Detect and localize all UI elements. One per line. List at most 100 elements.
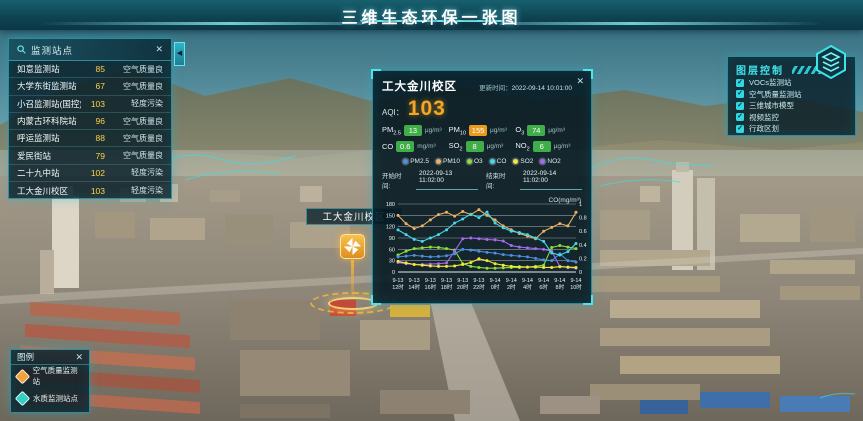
station-list-panel: 监测站点 ✕ 如意监测站85空气质量良大学东街监测站67空气质量良小召监测站(国… <box>8 38 172 199</box>
checkbox-checked-icon[interactable]: ✓ <box>736 113 744 121</box>
pollutant-row-2: CO0.6mg/m³SO28μg/m³NO26μg/m³ <box>382 141 582 153</box>
corner-accent <box>583 295 593 305</box>
station-name: 爱民街站 <box>17 150 81 162</box>
pollutant-value-badge: 6 <box>533 141 551 152</box>
svg-text:9-14: 9-14 <box>490 278 501 284</box>
svg-text:9-13: 9-13 <box>425 278 436 284</box>
svg-text:6时: 6时 <box>539 283 548 291</box>
pollutant-unit: μg/m³ <box>425 127 442 134</box>
station-row[interactable]: 二十九中站102轻度污染 <box>9 165 171 182</box>
svg-text:9-14: 9-14 <box>570 278 581 284</box>
station-aqi-value: 96 <box>81 116 105 126</box>
svg-text:120: 120 <box>386 225 395 231</box>
pollutant-value-badge: 0.6 <box>396 141 414 152</box>
legend-dot <box>490 159 495 164</box>
pollutant-name: PM10 <box>449 125 466 137</box>
svg-text:9-13: 9-13 <box>473 278 484 284</box>
legend-label: SO2 <box>520 158 533 165</box>
pollutant-row-1: PM2.513μg/m³PM10155μg/m³O374μg/m³ <box>382 125 582 137</box>
station-aqi-value: 67 <box>81 81 105 91</box>
station-status: 轻度污染 <box>105 167 163 178</box>
station-panel-title: 监测站点 <box>31 43 155 57</box>
svg-text:10时: 10时 <box>570 283 582 291</box>
svg-text:9-14: 9-14 <box>506 278 517 284</box>
pollutant-cell: CO0.6mg/m³ <box>382 141 449 153</box>
close-icon[interactable]: ✕ <box>155 45 163 54</box>
checkbox-checked-icon[interactable]: ✓ <box>736 102 744 110</box>
pollutant-value-badge: 13 <box>404 125 422 136</box>
corner-accent <box>371 69 381 79</box>
pollutant-name: CO <box>382 142 393 151</box>
station-diamond-icon <box>15 368 30 383</box>
layer-rows: ✓VOCs监测站✓空气质量监测站✓三维城市模型✓视频监控✓行政区划 <box>736 77 847 135</box>
station-row[interactable]: 呼运监测站88空气质量良 <box>9 130 171 147</box>
legend-label: NO2 <box>547 158 560 165</box>
station-rows: 如意监测站85空气质量良大学东街监测站67空气质量良小召监测站(国控)103轻度… <box>9 61 171 199</box>
svg-text:150: 150 <box>386 213 395 219</box>
station-aqi-value: 88 <box>81 133 105 143</box>
pollutant-value-badge: 155 <box>469 125 487 136</box>
legend-label: PM10 <box>443 158 460 165</box>
legend-item-row[interactable]: 水质监测站点 <box>11 387 89 409</box>
aqi-value: 103 <box>408 97 446 121</box>
station-row[interactable]: 工大金川校区103轻度污染 <box>9 182 171 199</box>
pollutant-name: NO2 <box>515 141 529 153</box>
svg-text:18时: 18时 <box>441 283 453 291</box>
marker-stem <box>351 260 354 298</box>
legend-item[interactable]: CO <box>490 158 507 165</box>
station-row[interactable]: 如意监测站85空气质量良 <box>9 61 171 78</box>
svg-text:9-14: 9-14 <box>538 278 549 284</box>
svg-text:0: 0 <box>392 270 395 276</box>
checkbox-checked-icon[interactable]: ✓ <box>736 125 744 133</box>
legend-item-label: 空气质量监测站 <box>33 365 83 387</box>
marker-pin-icon[interactable] <box>340 234 365 259</box>
layer-panel-title: 图层控制 <box>736 62 784 77</box>
svg-text:90: 90 <box>389 236 395 242</box>
legend-item[interactable]: PM10 <box>436 158 460 165</box>
layer-item-label: 视频监控 <box>749 112 779 123</box>
layers-hexagon-icon[interactable] <box>813 44 849 80</box>
svg-text:9-13: 9-13 <box>392 278 403 284</box>
layer-item-label: 空气质量监测站 <box>749 89 802 100</box>
svg-text:22时: 22时 <box>473 283 485 291</box>
legend-item[interactable]: NO2 <box>540 158 560 165</box>
layer-item[interactable]: ✓ 视频监控 <box>736 112 847 124</box>
time-range-row: 开始时间: 2022-09-13 11:02:00 结束时间: 2022-09-… <box>382 170 582 190</box>
legend-item[interactable]: SO2 <box>513 158 533 165</box>
station-row[interactable]: 爱民街站79空气质量良 <box>9 147 171 164</box>
legend-item[interactable]: PM2.5 <box>403 158 429 165</box>
legend-dot <box>467 159 472 164</box>
checkbox-checked-icon[interactable]: ✓ <box>736 90 744 98</box>
update-time-label: 更新时间： <box>479 85 512 92</box>
start-time-input[interactable]: 2022-09-13 11:02:00 <box>416 170 478 190</box>
search-icon <box>17 45 26 54</box>
layer-item[interactable]: ✓ 空气质量监测站 <box>736 89 847 101</box>
legend-panel-title: 图例 <box>17 351 75 363</box>
svg-text:0.4: 0.4 <box>579 243 587 249</box>
panel-collapse-tab[interactable]: ◀ <box>174 42 185 66</box>
svg-text:0时: 0时 <box>491 283 500 291</box>
checkbox-checked-icon[interactable]: ✓ <box>736 79 744 87</box>
layer-item[interactable]: ✓行政区划 <box>736 123 847 135</box>
station-row[interactable]: 小召监测站(国控)103轻度污染 <box>9 96 171 113</box>
layer-item[interactable]: ✓三维城市模型 <box>736 100 847 112</box>
close-icon[interactable]: ✕ <box>75 353 83 362</box>
station-name: 如意监测站 <box>17 63 81 75</box>
station-status: 轻度污染 <box>105 98 163 109</box>
chart-legend: PM2.5 PM10 O3 CO SO2 NO2 <box>382 158 582 165</box>
pollutant-unit: mg/m³ <box>417 143 435 150</box>
legend-item-row[interactable]: 空气质量监测站 <box>11 365 89 387</box>
station-row[interactable]: 大学东街监测站67空气质量良 <box>9 78 171 95</box>
legend-item[interactable]: O3 <box>467 158 483 165</box>
svg-text:20时: 20时 <box>457 283 469 291</box>
header-bar: 三维生态环保一张图 <box>0 0 863 30</box>
pollutant-cell: NO26μg/m³ <box>515 141 582 153</box>
station-row[interactable]: 内蒙古环科院站96空气质量良 <box>9 113 171 130</box>
end-time-input[interactable]: 2022-09-14 11:02:00 <box>520 170 582 190</box>
station-name: 工大金川校区 <box>17 185 81 197</box>
pollutant-trend-chart[interactable]: 030609012015018000.20.40.60.819-1312时9-1… <box>382 200 582 304</box>
close-icon[interactable]: ✕ <box>576 77 584 86</box>
popup-title: 工大金川校区 <box>382 78 457 94</box>
station-status: 空气质量良 <box>105 64 163 75</box>
station-aqi-value: 79 <box>81 151 105 161</box>
